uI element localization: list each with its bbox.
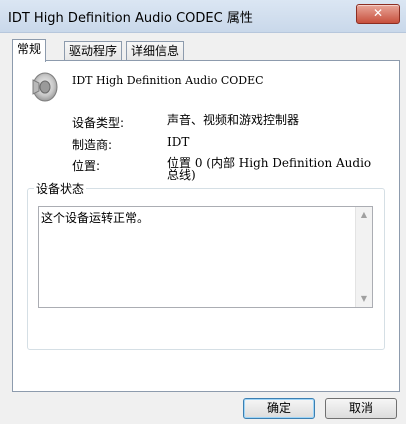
tab-driver-label: 驱动程序 (69, 44, 118, 58)
status-scrollbar[interactable]: ▲ ▼ (355, 207, 372, 307)
device-status-legend: 设备状态 (34, 180, 87, 197)
device-name: IDT High Definition Audio CODEC (72, 74, 264, 87)
device-status-text: 这个设备运转正常。 (41, 211, 150, 225)
device-type-label: 设备类型: (72, 116, 125, 130)
ok-button-label: 确定 (266, 401, 291, 415)
device-type-value: 声音、视频和游戏控制器 (167, 113, 300, 127)
scroll-down-icon[interactable]: ▼ (356, 291, 372, 307)
window-title: IDT High Definition Audio CODEC 属性 (8, 11, 253, 26)
device-status-textbox[interactable]: 这个设备运转正常。 ▲ ▼ (38, 206, 373, 308)
close-icon: ✕ (372, 6, 384, 20)
title-bar: IDT High Definition Audio CODEC 属性 ✕ (0, 0, 406, 33)
manufacturer-label: 制造商: (72, 138, 113, 152)
tab-details[interactable]: 详细信息 (126, 41, 185, 61)
location-label: 位置: (72, 159, 101, 173)
tab-general[interactable]: 常规 (12, 39, 47, 62)
scroll-up-icon[interactable]: ▲ (356, 207, 372, 223)
cancel-button-label: 取消 (348, 401, 373, 415)
close-button[interactable]: ✕ (356, 4, 400, 24)
device-status-group: 设备状态 这个设备运转正常。 ▲ ▼ (27, 180, 385, 350)
cancel-button[interactable]: 取消 (325, 398, 397, 419)
general-tab-panel: IDT High Definition Audio CODEC 设备类型: 声音… (12, 60, 400, 392)
manufacturer-value: IDT (167, 135, 190, 149)
tab-driver[interactable]: 驱动程序 (64, 41, 123, 61)
tab-details-label: 详细信息 (131, 44, 180, 58)
tab-general-label: 常规 (17, 42, 42, 56)
speaker-icon (32, 72, 58, 102)
ok-button[interactable]: 确定 (243, 398, 315, 419)
location-value: 位置 0 (内部 High Definition Audio 总线) (167, 156, 372, 182)
